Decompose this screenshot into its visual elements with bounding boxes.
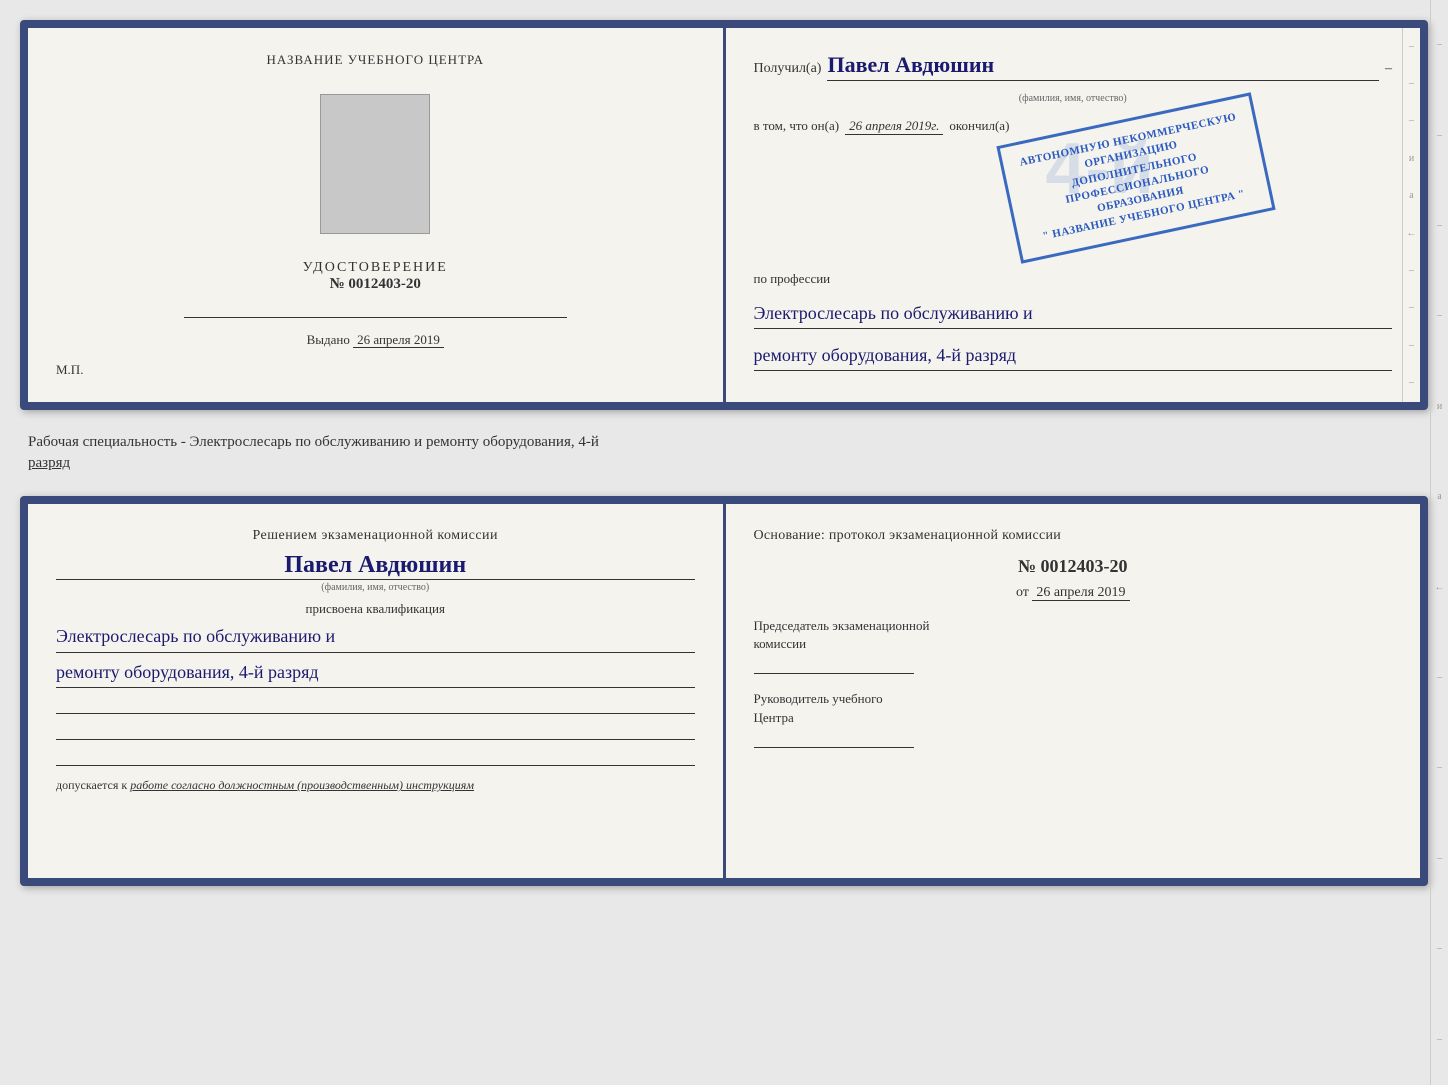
po-professii-label: по профессии — [754, 271, 1393, 287]
resheniem-title: Решением экзаменационной комиссии — [56, 528, 695, 544]
vydano-date: 26 апреля 2019 — [353, 332, 444, 348]
top-left-title: НАЗВАНИЕ УЧЕБНОГО ЦЕНТРА — [267, 52, 484, 68]
doc-bottom-right: Основание: протокол экзаменационной коми… — [726, 504, 1421, 878]
rukovoditel-text: Руководитель учебного Центра — [754, 691, 883, 724]
qualification-line2: ремонту оборудования, 4-й разряд — [56, 657, 695, 689]
vtom-label: в том, что он(а) — [754, 118, 840, 134]
qualification-line1: Электрослесарь по обслуживанию и — [56, 621, 695, 653]
udostoverenie-label: УДОСТОВЕРЕНИЕ — [303, 260, 448, 276]
dopuskaetsya-text: работе согласно должностным (производств… — [130, 778, 474, 792]
dopuskaetsya-label: допускается к — [56, 778, 127, 792]
profession-line2: ремонту оборудования, 4-й разряд — [754, 341, 1393, 371]
rukovoditel-label: Руководитель учебного Центра — [754, 690, 1393, 726]
right-edge-dashes-bottom: – – – – и а ← – – – – – — [1430, 0, 1448, 1085]
bottom-left-name: Павел Авдюшин — [56, 552, 695, 580]
document-top: НАЗВАНИЕ УЧЕБНОГО ЦЕНТРА УДОСТОВЕРЕНИЕ №… — [20, 20, 1428, 410]
document-bottom: Решением экзаменационной комиссии Павел … — [20, 496, 1428, 886]
rukovoditel-line — [754, 747, 914, 748]
doc-top-right: АВТОНОМНУЮ НЕКОММЕРЧЕСКУЮ ОРГАНИЗАЦИЮ ДО… — [726, 28, 1421, 402]
doc-bottom-left: Решением экзаменационной комиссии Павел … — [28, 504, 726, 878]
dopuskaetsya-block: допускается к работе согласно должностны… — [56, 778, 695, 793]
protokol-date: от 26 апреля 2019 — [754, 585, 1393, 601]
udostoverenie-block: УДОСТОВЕРЕНИЕ № 0012403-20 — [303, 260, 448, 293]
razryad-underline: разряд — [28, 455, 70, 471]
stamp-spacer — [754, 145, 1393, 255]
blank-line-3 — [56, 744, 695, 766]
okonchil-label: окончил(а) — [949, 118, 1009, 134]
vydano-block: Выдано 26 апреля 2019 — [307, 332, 444, 348]
between-text: Рабочая специальность - Электрослесарь п… — [20, 428, 1428, 478]
vydano-label: Выдано — [307, 332, 350, 347]
blank-line-1 — [56, 692, 695, 714]
vtom-row: в том, что он(а) 26 апреля 2019г. окончи… — [754, 118, 1393, 135]
predsedatel-line — [754, 673, 914, 674]
right-edge-dashes: – – – и а ← – – – – — [1402, 28, 1420, 402]
dash-after-name: – — [1385, 61, 1392, 77]
photo-placeholder — [320, 94, 430, 234]
protokol-num: № 0012403-20 — [754, 556, 1393, 577]
fio-caption-top: (фамилия, имя, отчество) — [754, 93, 1393, 104]
protokol-date-value: 26 апреля 2019 — [1032, 585, 1129, 601]
prisvoena-label: присвоена квалификация — [56, 601, 695, 617]
profession-line1: Электрослесарь по обслуживанию и — [754, 299, 1393, 329]
predsedatel-text: Председатель экзаменационной комиссии — [754, 618, 930, 651]
protokol-date-prefix: от — [1016, 585, 1029, 600]
vtom-date: 26 апреля 2019г. — [845, 118, 943, 135]
osnovanie-title: Основание: протокол экзаменационной коми… — [754, 528, 1393, 544]
poluchil-label: Получил(а) — [754, 61, 822, 77]
blank-line-2 — [56, 718, 695, 740]
doc-top-left: НАЗВАНИЕ УЧЕБНОГО ЦЕНТРА УДОСТОВЕРЕНИЕ №… — [28, 28, 726, 402]
recipient-name: Павел Авдюшин — [827, 52, 1379, 81]
fio-caption-bottom: (фамилия, имя, отчество) — [56, 582, 695, 593]
page-wrapper: НАЗВАНИЕ УЧЕБНОГО ЦЕНТРА УДОСТОВЕРЕНИЕ №… — [20, 20, 1428, 886]
predsedatel-label: Председатель экзаменационной комиссии — [754, 617, 1393, 653]
poluchil-row: Получил(а) Павел Авдюшин – — [754, 52, 1393, 81]
mp-label: М.П. — [56, 362, 83, 378]
udostoverenie-number: № 0012403-20 — [303, 276, 448, 293]
